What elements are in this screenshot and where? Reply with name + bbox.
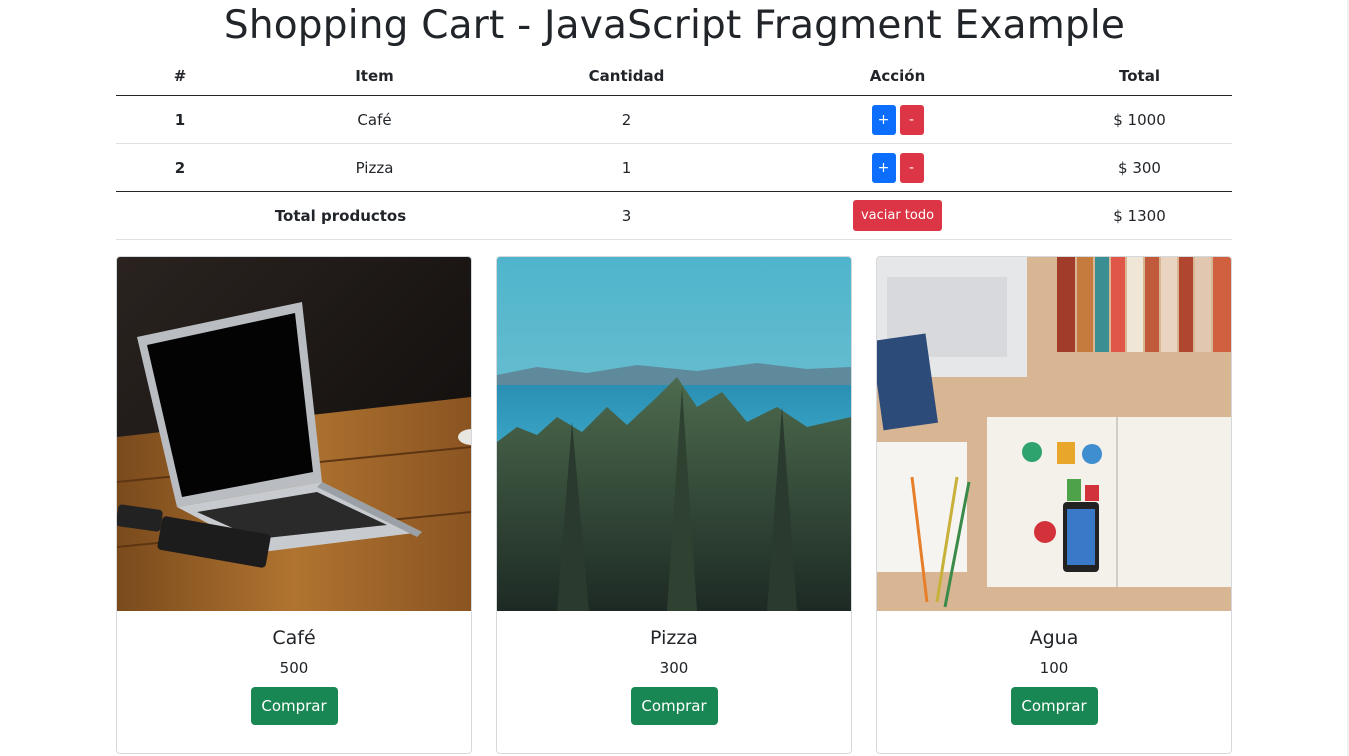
product-image-laptop: [117, 257, 471, 611]
row-total: $ 1000: [1113, 110, 1166, 129]
cart-header-row: # Item Cantidad Acción Total: [116, 56, 1232, 96]
empty-cart-button[interactable]: vaciar todo: [852, 200, 943, 231]
card-body: Pizza 300 Comprar: [497, 625, 851, 725]
buy-button[interactable]: Comprar: [250, 687, 338, 725]
footer-action: vaciar todo: [748, 200, 1047, 231]
buy-button[interactable]: Comprar: [630, 687, 718, 725]
header-action: Acción: [869, 66, 926, 85]
total-quantity: 3: [621, 206, 632, 225]
product-price: 100: [1039, 659, 1069, 677]
cart-table: # Item Cantidad Acción Total 1 Café 2 + …: [116, 56, 1232, 240]
table-row: 2 Pizza 1 + - $ 300: [116, 144, 1232, 192]
row-item: Pizza: [355, 158, 394, 177]
buy-button[interactable]: Comprar: [1010, 687, 1098, 725]
product-price: 500: [279, 659, 309, 677]
increase-button[interactable]: +: [871, 152, 896, 183]
cart-footer-row: Total productos 3 vaciar todo $ 1300: [116, 192, 1232, 240]
product-name: Agua: [1029, 627, 1079, 649]
row-total: $ 300: [1118, 158, 1161, 177]
row-number: 1: [174, 110, 186, 129]
total-products-label: Total productos: [274, 206, 407, 225]
row-actions: + -: [748, 104, 1047, 135]
header-quantity: Cantidad: [588, 66, 665, 85]
product-name: Café: [272, 627, 316, 649]
product-card: Pizza 300 Comprar: [496, 256, 852, 754]
page: Shopping Cart - JavaScript Fragment Exam…: [0, 0, 1349, 756]
header-number: #: [173, 66, 187, 85]
decrease-button[interactable]: -: [899, 152, 924, 183]
product-image-landscape: [497, 257, 851, 611]
decrease-button[interactable]: -: [899, 104, 924, 135]
product-price: 300: [659, 659, 689, 677]
table-row: 1 Café 2 + - $ 1000: [116, 96, 1232, 144]
card-body: Agua 100 Comprar: [877, 625, 1231, 725]
product-name: Pizza: [650, 627, 698, 649]
row-item: Café: [357, 110, 392, 129]
increase-button[interactable]: +: [871, 104, 896, 135]
product-card: Agua 100 Comprar: [876, 256, 1232, 754]
product-image-desk: [877, 257, 1231, 611]
row-quantity: 2: [621, 110, 632, 129]
row-number: 2: [174, 158, 186, 177]
product-card: Café 500 Comprar: [116, 256, 472, 754]
row-quantity: 1: [621, 158, 632, 177]
header-item: Item: [355, 66, 394, 85]
row-actions: + -: [748, 152, 1047, 183]
card-body: Café 500 Comprar: [117, 625, 471, 725]
grand-total: $ 1300: [1113, 206, 1166, 225]
product-grid: Café 500 Comprar Pizza 300 Comprar Agua …: [116, 256, 1232, 754]
header-total: Total: [1119, 66, 1160, 85]
page-title: Shopping Cart - JavaScript Fragment Exam…: [223, 3, 1126, 48]
